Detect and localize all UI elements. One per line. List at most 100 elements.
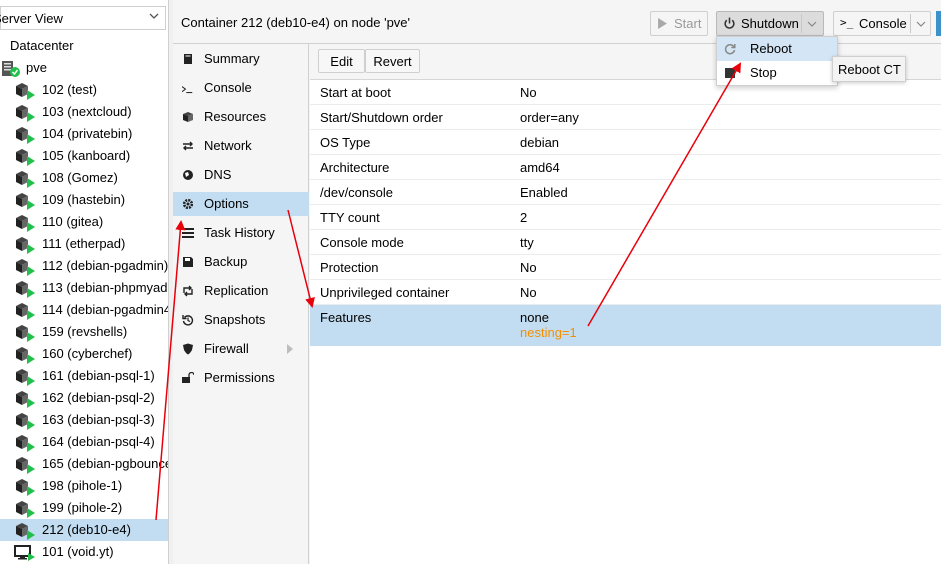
start-button[interactable]: Start: [650, 11, 708, 36]
tree-item[interactable]: 164 (debian-psql-4): [0, 431, 168, 453]
options-grid: Start at boot No Start/Shutdown order order…: [310, 80, 941, 346]
container-running-icon: [14, 170, 36, 188]
tree-item-label: 114 (debian-pgadmin4): [42, 302, 168, 317]
container-running-icon: [14, 368, 36, 386]
content-panel: Edit Revert Start at boot No Start/Shutdow…: [310, 44, 941, 564]
options-row[interactable]: Start/Shutdown order order=any: [310, 105, 941, 130]
more-button[interactable]: [936, 11, 941, 36]
tree-item[interactable]: 104 (privatebin): [0, 123, 168, 145]
options-row[interactable]: Console mode tty: [310, 230, 941, 255]
container-running-icon: [14, 236, 36, 254]
options-row[interactable]: Features none nesting=1: [310, 305, 941, 346]
tree-item[interactable]: 112 (debian-pgadmin): [0, 255, 168, 277]
terminal-icon: [181, 82, 194, 94]
chevron-down-icon[interactable]: [916, 20, 926, 28]
tree-item[interactable]: 103 (nextcloud): [0, 101, 168, 123]
tree-item[interactable]: 105 (kanboard): [0, 145, 168, 167]
tree-item[interactable]: 212 (deb10-e4): [0, 519, 168, 541]
options-row[interactable]: Protection No: [310, 255, 941, 280]
menu-item-backup[interactable]: Backup: [173, 250, 309, 274]
menu-item-dns[interactable]: DNS: [173, 163, 309, 187]
menu-item-label: Backup: [204, 254, 248, 269]
tree-item[interactable]: 162 (debian-psql-2): [0, 387, 168, 409]
tooltip: Reboot CT: [832, 56, 906, 82]
console-button[interactable]: >_ Console: [833, 11, 931, 36]
menu-item-task-history[interactable]: Task History: [173, 221, 309, 245]
container-running-icon: [14, 522, 36, 540]
tree-item[interactable]: 102 (test): [0, 79, 168, 101]
menu-item-label: Resources: [204, 109, 267, 124]
options-row[interactable]: Unprivileged container No: [310, 280, 941, 305]
retweet-icon: [182, 285, 194, 297]
menu-item-summary[interactable]: Summary: [173, 47, 309, 71]
tree-item[interactable]: 159 (revshells): [0, 321, 168, 343]
tree-item[interactable]: 160 (cyberchef): [0, 343, 168, 365]
resource-tree-panel: Server View Datacenter pve 102 (test) 103…: [0, 0, 168, 564]
tree-item-label: 163 (debian-psql-3): [42, 412, 155, 427]
tree-item-node[interactable]: pve: [0, 57, 168, 79]
tree-item-label: 111 (etherpad): [42, 236, 126, 251]
tree-item[interactable]: 111 (etherpad): [0, 233, 168, 255]
tree-item[interactable]: 199 (pihole-2): [0, 497, 168, 519]
revert-button[interactable]: Revert: [365, 49, 420, 73]
tree-item[interactable]: 163 (debian-psql-3): [0, 409, 168, 431]
expand-arrow-icon[interactable]: [287, 344, 293, 354]
menu-item-options[interactable]: Options: [173, 192, 309, 216]
container-running-icon: [14, 346, 36, 364]
view-selector[interactable]: Server View: [0, 6, 166, 30]
options-row[interactable]: TTY count 2: [310, 205, 941, 230]
tree-item[interactable]: 108 (Gomez): [0, 167, 168, 189]
tree-item[interactable]: 165 (debian-pgbouncer): [0, 453, 168, 475]
container-running-icon: [14, 478, 36, 496]
tooltip-text: Reboot CT: [838, 62, 901, 77]
globe-icon: [182, 169, 194, 181]
chevron-down-icon: [149, 13, 159, 19]
tree-item[interactable]: 109 (hastebin): [0, 189, 168, 211]
list-icon: [182, 227, 194, 239]
menu-item-network[interactable]: Network: [173, 134, 309, 158]
options-row[interactable]: Architecture amd64: [310, 155, 941, 180]
stop-menu-item[interactable]: Stop: [717, 61, 837, 85]
chevron-down-icon[interactable]: [807, 20, 817, 28]
vm-running-icon: [14, 544, 36, 562]
menu-item-console[interactable]: Console: [173, 76, 309, 100]
menu-item-firewall[interactable]: Firewall: [173, 337, 309, 361]
option-key: Architecture: [320, 160, 390, 175]
shutdown-button[interactable]: Shutdown: [716, 11, 824, 36]
menu-item-permissions[interactable]: Permissions: [173, 366, 309, 390]
options-row[interactable]: OS Type debian: [310, 130, 941, 155]
tree-item[interactable]: 110 (gitea): [0, 211, 168, 233]
option-value: Enabled: [520, 185, 568, 200]
option-key: Console mode: [320, 235, 404, 250]
options-row[interactable]: /dev/console Enabled: [310, 180, 941, 205]
edit-button[interactable]: Edit: [318, 49, 365, 73]
menu-item-resources[interactable]: Resources: [173, 105, 309, 129]
option-value: amd64: [520, 160, 560, 175]
menu-item-replication[interactable]: Replication: [173, 279, 309, 303]
pending-value: nesting=1: [520, 325, 577, 340]
option-value: No: [520, 85, 537, 100]
tree-item[interactable]: 101 (void.yt): [0, 541, 168, 563]
reboot-menu-item[interactable]: Reboot: [717, 37, 837, 61]
container-running-icon: [14, 126, 36, 144]
options-row[interactable]: Start at boot No: [310, 80, 941, 105]
reboot-label: Reboot: [750, 41, 792, 56]
gear-icon: [182, 198, 194, 210]
menu-item-snapshots[interactable]: Snapshots: [173, 308, 309, 332]
edit-button-label: Edit: [330, 54, 353, 69]
tree-item-label: pve: [26, 60, 47, 75]
book-icon: [182, 53, 194, 65]
option-value: 2: [520, 210, 528, 225]
terminal-icon: >_: [840, 16, 854, 29]
tree-item[interactable]: 161 (debian-psql-1): [0, 365, 168, 387]
exchange-icon: [182, 140, 194, 152]
split-divider: [801, 14, 802, 33]
tree-item[interactable]: 114 (debian-pgadmin4): [0, 299, 168, 321]
menu-item-label: Task History: [204, 225, 275, 240]
container-running-icon: [14, 412, 36, 430]
menu-item-label: Summary: [204, 51, 260, 66]
tree-item[interactable]: 113 (debian-phpmyadmin): [0, 277, 168, 299]
tree-item[interactable]: 198 (pihole-1): [0, 475, 168, 497]
tree-item-label: 103 (nextcloud): [42, 104, 132, 119]
tree-item-datacenter[interactable]: Datacenter: [0, 35, 168, 57]
